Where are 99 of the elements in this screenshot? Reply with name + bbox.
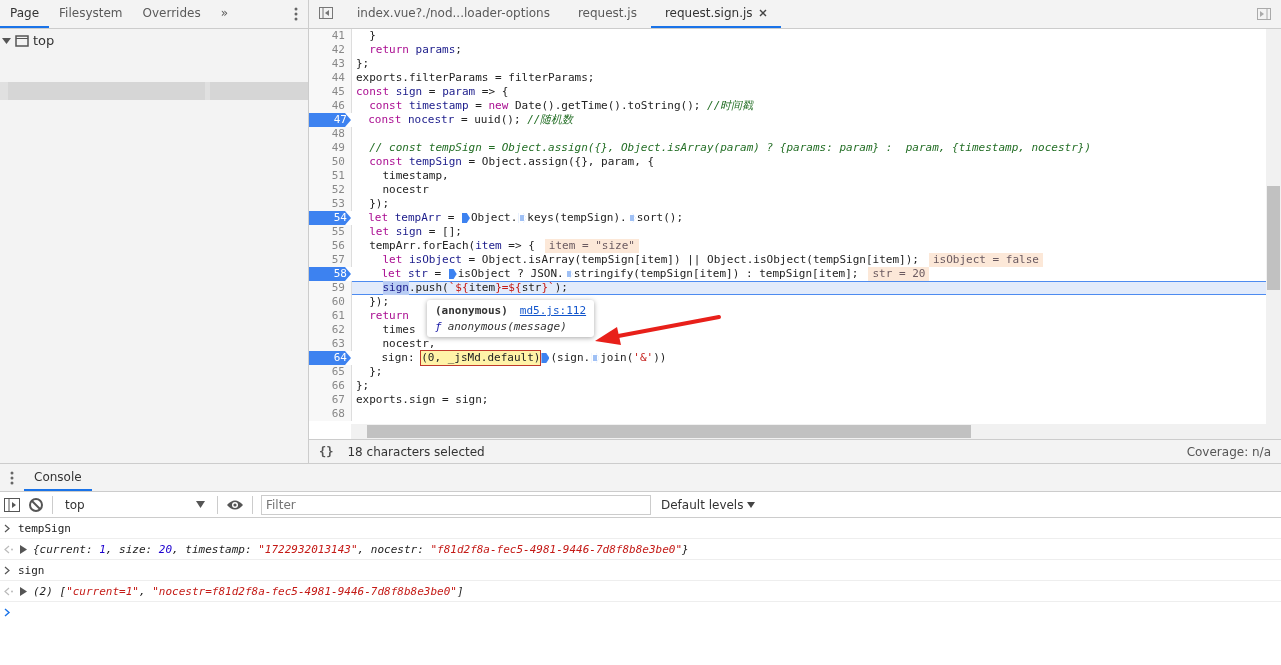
line-number[interactable]: 60	[309, 295, 352, 309]
evaluated-expression: (0, _jsMd.default)	[421, 351, 541, 365]
line-number[interactable]: 42	[309, 43, 352, 57]
panel-tab[interactable]: Page	[0, 0, 50, 28]
console-command-text: sign	[18, 563, 45, 577]
breakpoint-location-icon[interactable]	[448, 269, 457, 279]
more-tabs-button[interactable]: »	[210, 0, 239, 28]
line-number[interactable]: 68	[309, 407, 352, 421]
line-number[interactable]: 50	[309, 155, 352, 169]
inline-value: item = "size"	[544, 239, 639, 253]
coverage-status: Coverage: n/a	[1186, 444, 1271, 459]
dropdown-arrow-icon	[196, 501, 205, 508]
line-number[interactable]: 53	[309, 197, 352, 211]
line-number[interactable]: 59	[309, 281, 352, 295]
code-line: };	[355, 57, 370, 71]
line-number[interactable]: 61	[309, 309, 352, 323]
line-number[interactable]: 51	[309, 169, 352, 183]
code-line: let isObject = Object.isArray(tempSign[item]) || Object.isObject(tempSign[item]); isObject = false	[352, 253, 1043, 267]
line-number[interactable]: 67	[309, 393, 352, 407]
source-link[interactable]: md5.js:112	[519, 304, 587, 317]
eye-icon[interactable]	[226, 498, 244, 511]
line-number[interactable]: 55	[309, 225, 352, 239]
line-number[interactable]: 62	[309, 323, 352, 337]
sidebar-toggle-icon[interactable]	[4, 497, 20, 512]
code-line: tempArr.forEach(item => { item = "size"	[352, 239, 639, 253]
log-levels-dropdown[interactable]: Default levels	[659, 497, 756, 512]
breakpoint-location-icon[interactable]	[462, 213, 470, 223]
line-number[interactable]: 45	[309, 85, 352, 99]
line-number[interactable]: 56	[309, 239, 352, 253]
prompt-chevron-icon[interactable]	[4, 607, 12, 617]
frame-icon	[15, 34, 29, 47]
line-number[interactable]: 66	[309, 379, 352, 393]
panel-tab[interactable]: Filesystem	[49, 0, 133, 28]
file-tab[interactable]: request.js	[563, 0, 651, 28]
line-number[interactable]: 46	[309, 99, 352, 113]
vertical-scrollbar[interactable]	[1266, 29, 1281, 439]
code-line: let sign = [];	[368, 225, 462, 239]
close-icon[interactable]	[758, 9, 767, 17]
code-line: });	[368, 295, 390, 309]
expand-triangle-icon[interactable]	[20, 544, 27, 554]
line-number[interactable]: 43	[309, 57, 352, 71]
file-tab[interactable]: request.sign.js	[650, 0, 781, 28]
console-command-text: tempSign	[18, 521, 71, 535]
code-line: exports.sign = sign;	[355, 393, 489, 407]
line-number[interactable]: 58	[309, 267, 351, 281]
line-number[interactable]: 63	[309, 337, 352, 351]
code-line: const tempSign = Object.assign({}, param, {	[368, 155, 655, 169]
code-line: return params;	[368, 43, 462, 57]
code-line: timestamp,	[381, 169, 449, 183]
code-line: nocestr	[381, 183, 429, 197]
tree-item[interactable]: top	[33, 33, 55, 48]
breakpoint-location-icon[interactable]	[541, 353, 550, 363]
code-line: let tempArr = Object. keys(tempSign). sort();	[367, 211, 684, 225]
output-arrow-icon	[4, 586, 14, 596]
code-line: return	[368, 309, 409, 323]
code-line: });	[368, 197, 390, 211]
input-chevron-icon	[4, 565, 12, 575]
pretty-print-button[interactable]: {}	[319, 444, 334, 459]
code-line: let str = isObject ? JSON. stringify(tempSign[item]) : tempSign[item]; str = 20	[351, 267, 930, 281]
selection-status: 18 characters selected	[347, 444, 485, 459]
file-tab[interactable]: index.vue?./nod...loader-options	[343, 0, 564, 28]
horizontal-scrollbar[interactable]	[351, 424, 1266, 439]
code-line: const timestamp = new Date().getTime().toString(); //时间戳	[368, 99, 754, 113]
code-line: };	[368, 365, 383, 379]
line-number[interactable]: 64	[309, 351, 351, 365]
console-result-text: (2) ["current=1", "nocestr=f81d2f8a-fec5-4981-9446-7d8f8b8e3be0"]	[33, 584, 464, 598]
code-line: times	[381, 323, 416, 337]
code-line: nocestr,	[381, 337, 436, 351]
code-line: // const tempSign = Object.assign({}, Object.isArray(param) ? {params: param} : param, {timestamp, nocestr})	[368, 141, 1092, 155]
line-number[interactable]: 54	[309, 211, 351, 225]
clear-icon[interactable]	[28, 496, 44, 513]
line-number[interactable]: 57	[309, 253, 352, 267]
caret-icon	[747, 501, 756, 508]
code-line: const sign = param => {	[355, 85, 509, 99]
line-number[interactable]: 49	[309, 141, 352, 155]
line-number[interactable]: 48	[309, 127, 352, 141]
output-arrow-icon	[4, 544, 14, 554]
popover-title: (anonymous)	[435, 304, 508, 317]
code-line: }	[368, 29, 376, 43]
input-chevron-icon	[4, 523, 12, 533]
code-line: exports.filterParams = filterParams;	[355, 71, 595, 85]
context-value[interactable]: top	[65, 497, 85, 512]
line-number[interactable]: 47	[309, 113, 351, 127]
line-number[interactable]: 44	[309, 71, 352, 85]
line-number[interactable]: 41	[309, 29, 352, 43]
code-line: const nocestr = uuid(); //随机数	[367, 113, 574, 127]
inline-value: str = 20	[868, 267, 930, 281]
code-line: };	[355, 379, 370, 393]
line-number[interactable]: 52	[309, 183, 352, 197]
line-number[interactable]: 65	[309, 365, 352, 379]
panel-tab[interactable]: Overrides	[132, 0, 211, 28]
function-signature: ƒ anonymous(message)	[435, 320, 568, 333]
expanded-triangle-icon[interactable]	[2, 36, 11, 45]
filter-field[interactable]: Filter	[261, 494, 651, 515]
code-line: sign: (0, _jsMd.default) (sign. join('&'))	[380, 351, 667, 365]
inline-value: isObject = false	[928, 253, 1043, 267]
console-result-text: {current: 1, size: 20, timestamp: "1722932013143", nocestr: "f81d2f8a-fec5-4981-9446-7d8f8b8e3be0"}	[33, 542, 689, 556]
code-line: sign.push(`${item}=${str}`);	[381, 281, 568, 295]
expand-triangle-icon[interactable]	[20, 586, 27, 596]
